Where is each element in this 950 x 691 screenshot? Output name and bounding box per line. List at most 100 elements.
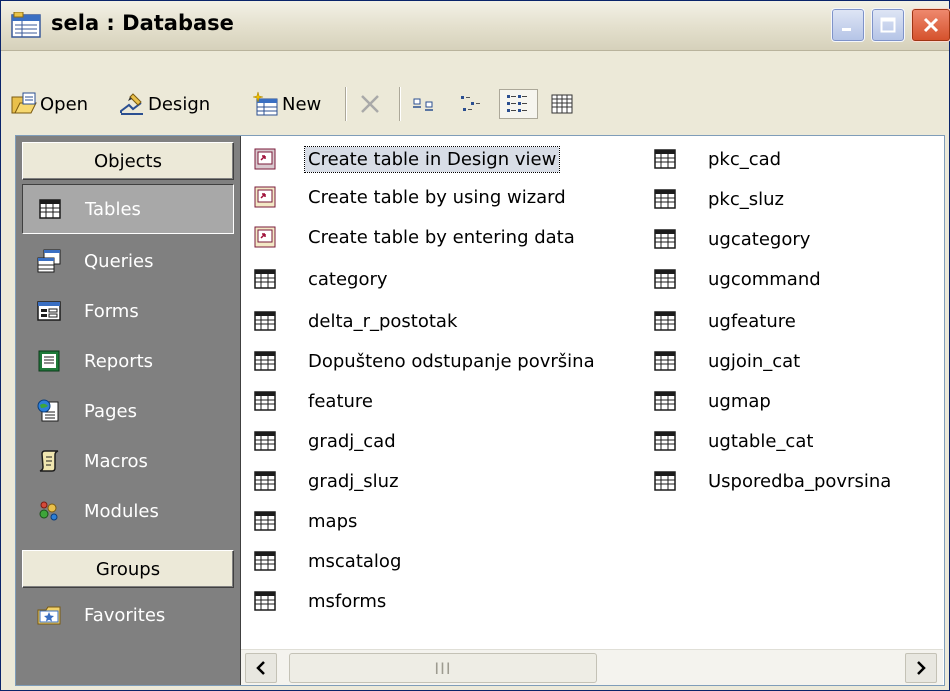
table-icon: [254, 431, 276, 451]
objects-item-tables[interactable]: Tables: [22, 184, 234, 234]
list-item-table[interactable]: msforms: [253, 582, 389, 620]
table-icon: [254, 551, 276, 571]
new-button[interactable]: New: [253, 89, 321, 119]
table-icon: [254, 471, 276, 491]
objects-item-label: Modules: [84, 500, 159, 522]
list-item-label: Create table by using wizard: [308, 186, 566, 208]
list-item-shortcut-wizard[interactable]: Create table by using wizard: [253, 178, 569, 216]
list-item-table[interactable]: ugjoin_cat: [653, 342, 803, 380]
delete-icon: [361, 95, 379, 113]
close-button[interactable]: [911, 8, 950, 42]
object-list-pane: Create table in Design view Create table…: [240, 136, 944, 685]
list-item-shortcut-design-view[interactable]: Create table in Design view: [253, 140, 561, 178]
list-view-icon: [507, 95, 527, 112]
objects-item-queries[interactable]: Queries: [22, 236, 234, 286]
open-button[interactable]: Open: [11, 89, 88, 119]
list-item-table[interactable]: maps: [253, 502, 360, 540]
details-view-icon: [551, 94, 573, 114]
objects-item-label: Reports: [84, 350, 154, 372]
minimize-button[interactable]: [831, 8, 865, 42]
list-item-label: pkc_cad: [708, 148, 782, 170]
groups-item-favorites[interactable]: Favorites: [22, 590, 234, 640]
maximize-icon: [880, 17, 896, 33]
objects-item-label: Queries: [84, 250, 154, 272]
objects-item-label: Macros: [84, 450, 148, 472]
list-item-table[interactable]: ugmap: [653, 382, 774, 420]
horizontal-scrollbar[interactable]: III: [241, 649, 943, 685]
table-icon: [254, 511, 276, 531]
list-item-table[interactable]: ugtable_cat: [653, 422, 816, 460]
report-icon: [38, 350, 60, 372]
list-item-label: ugjoin_cat: [708, 350, 801, 372]
list-item-table[interactable]: ugcommand: [653, 260, 824, 298]
scrollbar-grip: III: [434, 658, 452, 678]
objects-header-label: Objects: [93, 150, 162, 172]
page-icon: [37, 399, 59, 422]
list-item-table[interactable]: category: [253, 260, 391, 298]
objects-item-reports[interactable]: Reports: [22, 336, 234, 386]
table-icon: [254, 269, 276, 289]
list-item-label: gradj_cad: [308, 430, 396, 452]
objects-item-forms[interactable]: Forms: [22, 286, 234, 336]
chevron-left-icon: [256, 661, 265, 675]
list-item-table[interactable]: ugfeature: [653, 302, 799, 340]
table-icon: [654, 351, 676, 371]
list-item-table[interactable]: gradj_cad: [253, 422, 399, 460]
table-icon: [654, 431, 676, 451]
list-item-label: mscatalog: [308, 550, 402, 572]
list-item-table[interactable]: delta_r_postotak: [253, 302, 460, 340]
table-icon: [654, 311, 676, 331]
list-item-label: feature: [308, 390, 373, 412]
list-view-button[interactable]: [499, 89, 538, 119]
list-item-shortcut-entering-data[interactable]: Create table by entering data: [253, 218, 578, 256]
objects-bar: Objects Tables Queries Forms Reports Pag…: [16, 136, 240, 685]
table-icon: [654, 391, 676, 411]
module-icon: [39, 501, 58, 521]
list-item-label: gradj_sluz: [308, 470, 399, 492]
table-icon: [254, 311, 276, 331]
table-icon: [654, 269, 676, 289]
list-item-table[interactable]: mscatalog: [253, 542, 404, 580]
list-item-table[interactable]: ugcategory: [653, 220, 813, 258]
list-item-label: delta_r_postotak: [308, 310, 458, 332]
title-bar[interactable]: sela : Database: [1, 1, 950, 51]
design-button[interactable]: Design: [119, 89, 210, 119]
new-label: New: [282, 93, 322, 115]
list-item-label: msforms: [308, 590, 387, 612]
list-item-table[interactable]: pkc_cad: [653, 140, 784, 178]
favorites-icon: [37, 606, 61, 625]
shortcut-icon: [254, 186, 276, 208]
close-icon: [923, 17, 939, 33]
macro-icon: [39, 450, 59, 472]
objects-item-modules[interactable]: Modules: [22, 486, 234, 536]
design-label: Design: [148, 93, 211, 115]
groups-group-header[interactable]: Groups: [22, 550, 234, 588]
table-icon: [654, 471, 676, 491]
objects-item-macros[interactable]: Macros: [22, 436, 234, 486]
objects-item-pages[interactable]: Pages: [22, 386, 234, 436]
list-item-table[interactable]: gradj_sluz: [253, 462, 402, 500]
list-item-table[interactable]: pkc_sluz: [653, 180, 787, 218]
maximize-button[interactable]: [871, 8, 905, 42]
list-item-label: Create table by entering data: [308, 226, 575, 248]
minimize-icon: [842, 28, 851, 31]
list-item-label: ugcommand: [708, 268, 821, 290]
toolbar-separator: [399, 87, 401, 121]
list-item-table[interactable]: Dopušteno odstupanje površina: [253, 342, 598, 380]
groups-item-label: Favorites: [84, 604, 166, 626]
list-item-table[interactable]: Usporedba_povrsina: [653, 462, 894, 500]
details-view-button[interactable]: [549, 89, 578, 119]
scroll-right-button[interactable]: [905, 653, 937, 683]
large-icons-button[interactable]: [411, 89, 440, 119]
list-item-label: maps: [308, 510, 358, 532]
small-icons-icon: [461, 96, 480, 111]
objects-group-header[interactable]: Objects: [22, 142, 234, 180]
list-item-table[interactable]: feature: [253, 382, 376, 420]
database-window: sela : Database Open Design New Objects …: [0, 0, 950, 691]
scroll-left-button[interactable]: [245, 653, 277, 683]
list-item-label: Create table in Design view: [303, 145, 561, 173]
scrollbar-thumb[interactable]: III: [289, 653, 597, 683]
small-icons-button[interactable]: [457, 89, 486, 119]
delete-button[interactable]: [357, 89, 386, 119]
objects-item-label: Tables: [85, 198, 141, 220]
